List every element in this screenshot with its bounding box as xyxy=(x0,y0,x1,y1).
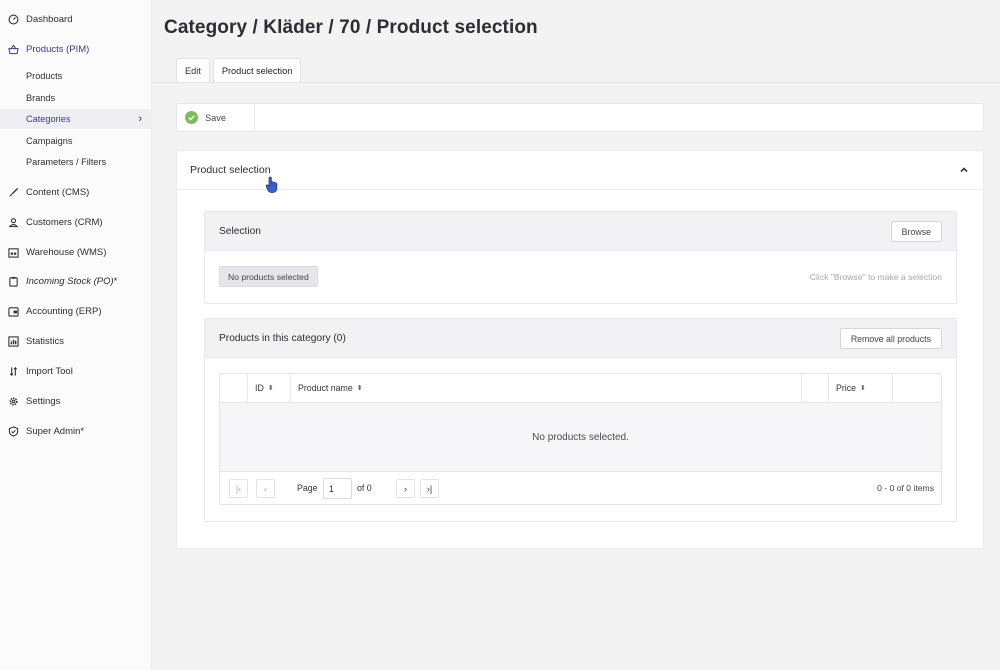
selection-card-header: Selection Browse xyxy=(205,212,956,251)
tab-bar: Edit Product selection xyxy=(176,58,302,83)
chevron-right-icon: › xyxy=(138,113,142,125)
nav-customers-crm[interactable]: Customers (CRM) xyxy=(0,212,152,232)
sidebar-item-products-label: Products xyxy=(26,71,63,81)
product-selection-panel: Product selection Selection Browse No pr… xyxy=(176,150,984,549)
selection-title: Selection xyxy=(219,225,261,237)
sidebar-item-products[interactable]: Products xyxy=(0,66,152,86)
sort-icon: ⬍ xyxy=(356,385,363,392)
nav-accounting-erp-label: Accounting (ERP) xyxy=(26,305,102,317)
nav-incoming-stock[interactable]: Incoming Stock (PO) * xyxy=(0,271,152,291)
sidebar-item-categories-label: Categories xyxy=(26,114,71,124)
nav-import-tool-label: Import Tool xyxy=(26,365,73,377)
check-circle-icon xyxy=(185,111,198,124)
nav-super-admin[interactable]: Super Admin * xyxy=(0,421,152,441)
pager-count: 0 - 0 of 0 items xyxy=(877,483,934,493)
grid-empty-message: No products selected. xyxy=(220,403,941,472)
remove-all-products-button[interactable]: Remove all products xyxy=(839,328,942,349)
category-products-title: Products in this category (0) xyxy=(219,332,346,344)
nav-warehouse-wms[interactable]: Warehouse (WMS) xyxy=(0,242,152,262)
chevron-up-icon[interactable] xyxy=(957,163,971,177)
column-product-name-label: Product name xyxy=(298,383,353,393)
sidebar-item-brands[interactable]: Brands xyxy=(0,88,152,108)
products-grid: ID ⬍ Product name ⬍ Price ⬍ No products … xyxy=(219,373,942,505)
last-page-icon[interactable]: ›| xyxy=(420,479,439,498)
page-title: Category / Kläder / 70 / Product selecti… xyxy=(164,17,538,38)
warehouse-icon xyxy=(7,246,19,258)
category-products-header: Products in this category (0) Remove all… xyxy=(205,319,956,358)
sidebar: Dashboard Products (PIM) Products Brands… xyxy=(0,0,152,670)
tab-product-selection[interactable]: Product selection xyxy=(212,58,302,83)
grid-spacer-column xyxy=(802,374,829,402)
nav-accounting-erp[interactable]: Accounting (ERP) xyxy=(0,301,152,321)
grid-actions-column xyxy=(893,374,941,402)
pager-page-label: Page xyxy=(297,483,318,493)
brush-icon xyxy=(7,186,19,198)
panel-header[interactable]: Product selection xyxy=(177,151,983,193)
gauge-icon xyxy=(7,13,19,25)
import-arrows-icon xyxy=(7,365,19,377)
page-number-input[interactable] xyxy=(323,478,352,499)
tab-edit[interactable]: Edit xyxy=(176,58,210,83)
gear-icon xyxy=(7,395,19,407)
panel-title: Product selection xyxy=(190,164,271,176)
nav-incoming-stock-mark: * xyxy=(113,275,118,287)
column-product-name[interactable]: Product name ⬍ xyxy=(291,374,802,402)
sidebar-item-campaigns-label: Campaigns xyxy=(26,136,73,146)
sort-icon: ⬍ xyxy=(267,385,274,392)
basket-icon xyxy=(7,43,19,55)
shield-icon xyxy=(7,425,19,437)
sidebar-item-campaigns[interactable]: Campaigns xyxy=(0,131,152,151)
nav-content-cms-label: Content (CMS) xyxy=(26,186,90,198)
grid-select-column[interactable] xyxy=(220,374,248,402)
sort-icon: ⬍ xyxy=(860,385,866,392)
nav-products-pim[interactable]: Products (PIM) xyxy=(0,39,152,59)
clipboard-icon xyxy=(7,275,19,287)
first-page-icon[interactable]: |‹ xyxy=(229,479,248,498)
selection-status-chip: No products selected xyxy=(219,266,318,287)
sidebar-item-parameters-label: Parameters / Filters xyxy=(26,157,107,167)
sidebar-item-categories[interactable]: Categories › xyxy=(0,109,152,129)
sidebar-item-brands-label: Brands xyxy=(26,93,56,103)
category-products-card: Products in this category (0) Remove all… xyxy=(204,318,957,522)
nav-incoming-stock-label: Incoming Stock (PO) xyxy=(26,275,114,287)
hand-cursor-icon xyxy=(265,176,278,193)
nav-warehouse-wms-label: Warehouse (WMS) xyxy=(26,246,107,258)
nav-statistics[interactable]: Statistics xyxy=(0,331,152,351)
column-price-label: Price xyxy=(836,383,857,393)
nav-customers-crm-label: Customers (CRM) xyxy=(26,216,103,228)
save-button[interactable]: Save xyxy=(177,104,255,131)
nav-settings[interactable]: Settings xyxy=(0,391,152,411)
selection-body: No products selected Click "Browse" to m… xyxy=(205,251,956,303)
nav-dashboard[interactable]: Dashboard xyxy=(0,9,152,29)
save-button-label: Save xyxy=(205,112,226,123)
column-id[interactable]: ID ⬍ xyxy=(248,374,291,402)
selection-card: Selection Browse No products selected Cl… xyxy=(204,211,957,304)
toolbar: Save xyxy=(176,103,984,132)
next-page-icon[interactable]: › xyxy=(396,479,415,498)
column-price[interactable]: Price ⬍ xyxy=(829,374,893,402)
nav-content-cms[interactable]: Content (CMS) xyxy=(0,182,152,202)
pager: |‹ ‹ Page of 0 › ›| 0 - 0 of 0 items xyxy=(220,472,941,505)
nav-statistics-label: Statistics xyxy=(26,335,65,347)
nav-super-admin-label: Super Admin xyxy=(26,425,81,437)
user-icon xyxy=(7,216,19,228)
wallet-icon xyxy=(7,305,19,317)
nav-super-admin-mark: * xyxy=(80,425,85,437)
nav-settings-label: Settings xyxy=(26,395,61,407)
selection-hint: Click "Browse" to make a selection xyxy=(809,272,942,282)
nav-products-pim-label: Products (PIM) xyxy=(26,43,90,55)
tabs-divider xyxy=(152,82,1000,83)
browse-button[interactable]: Browse xyxy=(890,221,942,242)
sidebar-item-parameters[interactable]: Parameters / Filters xyxy=(0,152,152,172)
bar-chart-icon xyxy=(7,335,19,347)
grid-header: ID ⬍ Product name ⬍ Price ⬍ xyxy=(220,374,941,403)
column-id-label: ID xyxy=(255,383,264,393)
prev-page-icon[interactable]: ‹ xyxy=(256,479,275,498)
nav-dashboard-label: Dashboard xyxy=(26,13,73,25)
nav-import-tool[interactable]: Import Tool xyxy=(0,361,152,381)
pager-of-label: of 0 xyxy=(357,483,372,493)
